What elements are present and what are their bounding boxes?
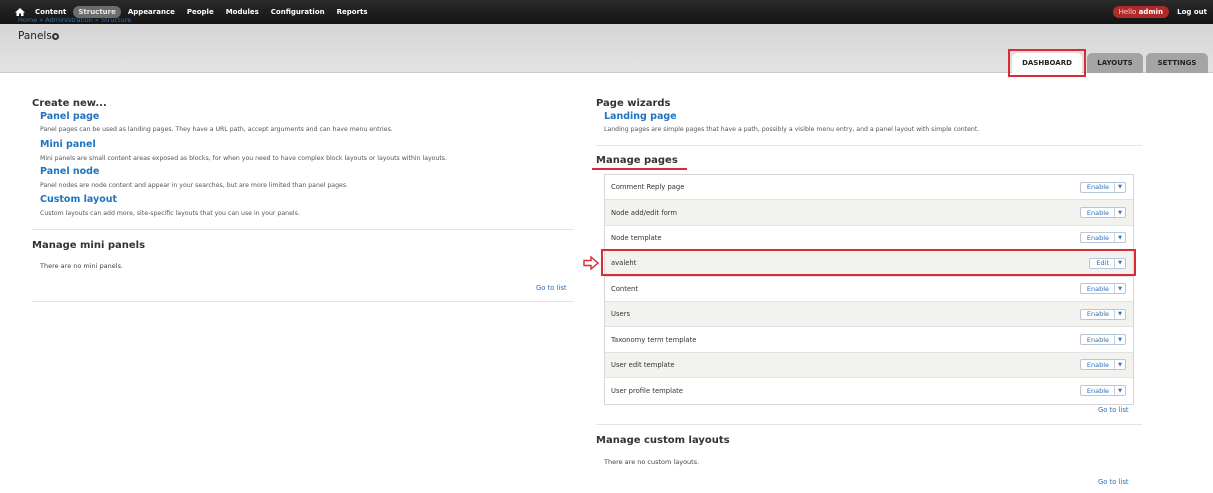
divider [32,229,574,230]
logout-link[interactable]: Log out [1177,8,1207,16]
dropdown-label: Enable [1086,183,1109,192]
tab-settings[interactable]: SETTINGS [1146,53,1208,73]
row-name[interactable]: Users [611,310,630,318]
username: admin [1138,8,1163,16]
divider [596,424,1142,425]
dropdown-label: Enable [1086,284,1109,293]
greeting-prefix: Hello [1118,8,1137,16]
table-row: User profile template Enable ▼ [605,378,1133,404]
user-greeting[interactable]: Hello admin [1112,6,1169,18]
toolbar-item-configuration[interactable]: Configuration [266,6,330,18]
mini-panels-empty-text: There are no mini panels. [40,262,124,270]
toolbar-item-people[interactable]: People [182,6,219,18]
mini-panel-link[interactable]: Mini panel [40,139,96,150]
dropdown-label: Enable [1086,233,1109,242]
row-name[interactable]: Taxonomy term template [611,336,696,344]
manage-custom-layouts-title: Manage custom layouts [596,435,730,446]
chevron-down-icon[interactable]: ▼ [1114,386,1125,396]
landing-page-desc: Landing pages are simple pages that have… [604,126,980,133]
toolbar-item-appearance[interactable]: Appearance [123,6,180,18]
table-row: Taxonomy term template Enable ▼ [605,327,1133,353]
row-name[interactable]: User profile template [611,387,683,395]
landing-page-link[interactable]: Landing page [604,111,677,122]
red-arrow-icon [583,255,600,271]
custom-layout-link[interactable]: Custom layout [40,194,117,205]
chevron-down-icon[interactable]: ▼ [1114,284,1125,294]
manage-pages-go-to-list[interactable]: Go to list [1098,406,1129,414]
row-name[interactable]: Node template [611,234,662,242]
chevron-down-icon[interactable]: ▼ [1114,233,1125,243]
toolbar-item-modules[interactable]: Modules [221,6,264,18]
dashboard-highlight-box [1008,49,1086,77]
custom-layouts-empty-text: There are no custom layouts. [604,458,700,466]
table-row: Node add/edit form Enable ▼ [605,200,1133,226]
divider [32,301,574,302]
row-name[interactable]: Node add/edit form [611,209,677,217]
admin-toolbar: Content Structure Appearance People Modu… [0,0,1213,24]
enable-dropdown-button[interactable]: Enable ▼ [1079,283,1126,295]
row-name[interactable]: Content [611,285,638,293]
panel-page-desc: Panel pages can be used as landing pages… [40,126,393,133]
dropdown-label: Enable [1086,386,1109,395]
chevron-down-icon[interactable]: ▼ [1114,309,1125,319]
table-row: Content Enable ▼ [605,276,1133,302]
table-row: Node template Enable ▼ [605,225,1133,252]
dropdown-label: Enable [1086,310,1109,319]
chevron-down-icon[interactable]: ▼ [1114,208,1125,218]
page-title: Panels [18,30,52,42]
dropdown-label: Enable [1086,208,1109,217]
table-row: Comment Reply page Enable ▼ [605,175,1133,201]
manage-pages-underline [592,168,687,170]
chevron-down-icon[interactable]: ▼ [1114,335,1125,345]
table-row: User edit template Enable ▼ [605,352,1133,379]
avaleht-highlight-box [601,249,1136,276]
mini-panels-go-to-list[interactable]: Go to list [536,284,567,292]
chevron-down-icon[interactable]: ▼ [1114,182,1125,192]
enable-dropdown-button[interactable]: Enable ▼ [1079,181,1126,193]
enable-dropdown-button[interactable]: Enable ▼ [1079,207,1126,219]
mini-panel-desc: Mini panels are small content areas expo… [40,155,447,162]
manage-pages-title: Manage pages [596,155,678,166]
panel-node-desc: Panel nodes are node content and appear … [40,182,349,189]
divider [596,145,1142,146]
tab-layouts[interactable]: LAYOUTS [1087,53,1143,73]
manage-mini-panels-title: Manage mini panels [32,240,146,251]
page-wizards-title: Page wizards [596,98,671,109]
create-new-title: Create new... [32,98,107,109]
breadcrumb[interactable]: Home » Administration » Structure [18,16,131,24]
gear-icon[interactable] [52,33,59,40]
panel-node-link[interactable]: Panel node [40,166,99,177]
custom-layouts-go-to-list[interactable]: Go to list [1098,478,1129,486]
chevron-down-icon[interactable]: ▼ [1114,360,1125,370]
toolbar-item-reports[interactable]: Reports [332,6,373,18]
enable-dropdown-button[interactable]: Enable ▼ [1079,308,1126,320]
enable-dropdown-button[interactable]: Enable ▼ [1079,359,1126,371]
manage-pages-table: Comment Reply page Enable ▼ Node add/edi… [604,174,1134,405]
enable-dropdown-button[interactable]: Enable ▼ [1079,334,1126,346]
panel-page-link[interactable]: Panel page [40,111,99,122]
custom-layout-desc: Custom layouts can add more, site-specif… [40,210,300,217]
table-row: Users Enable ▼ [605,301,1133,328]
row-name[interactable]: Comment Reply page [611,183,684,191]
enable-dropdown-button[interactable]: Enable ▼ [1079,232,1126,244]
row-name[interactable]: User edit template [611,361,675,369]
dropdown-label: Enable [1086,360,1109,369]
enable-dropdown-button[interactable]: Enable ▼ [1079,385,1126,397]
dropdown-label: Enable [1086,335,1109,344]
